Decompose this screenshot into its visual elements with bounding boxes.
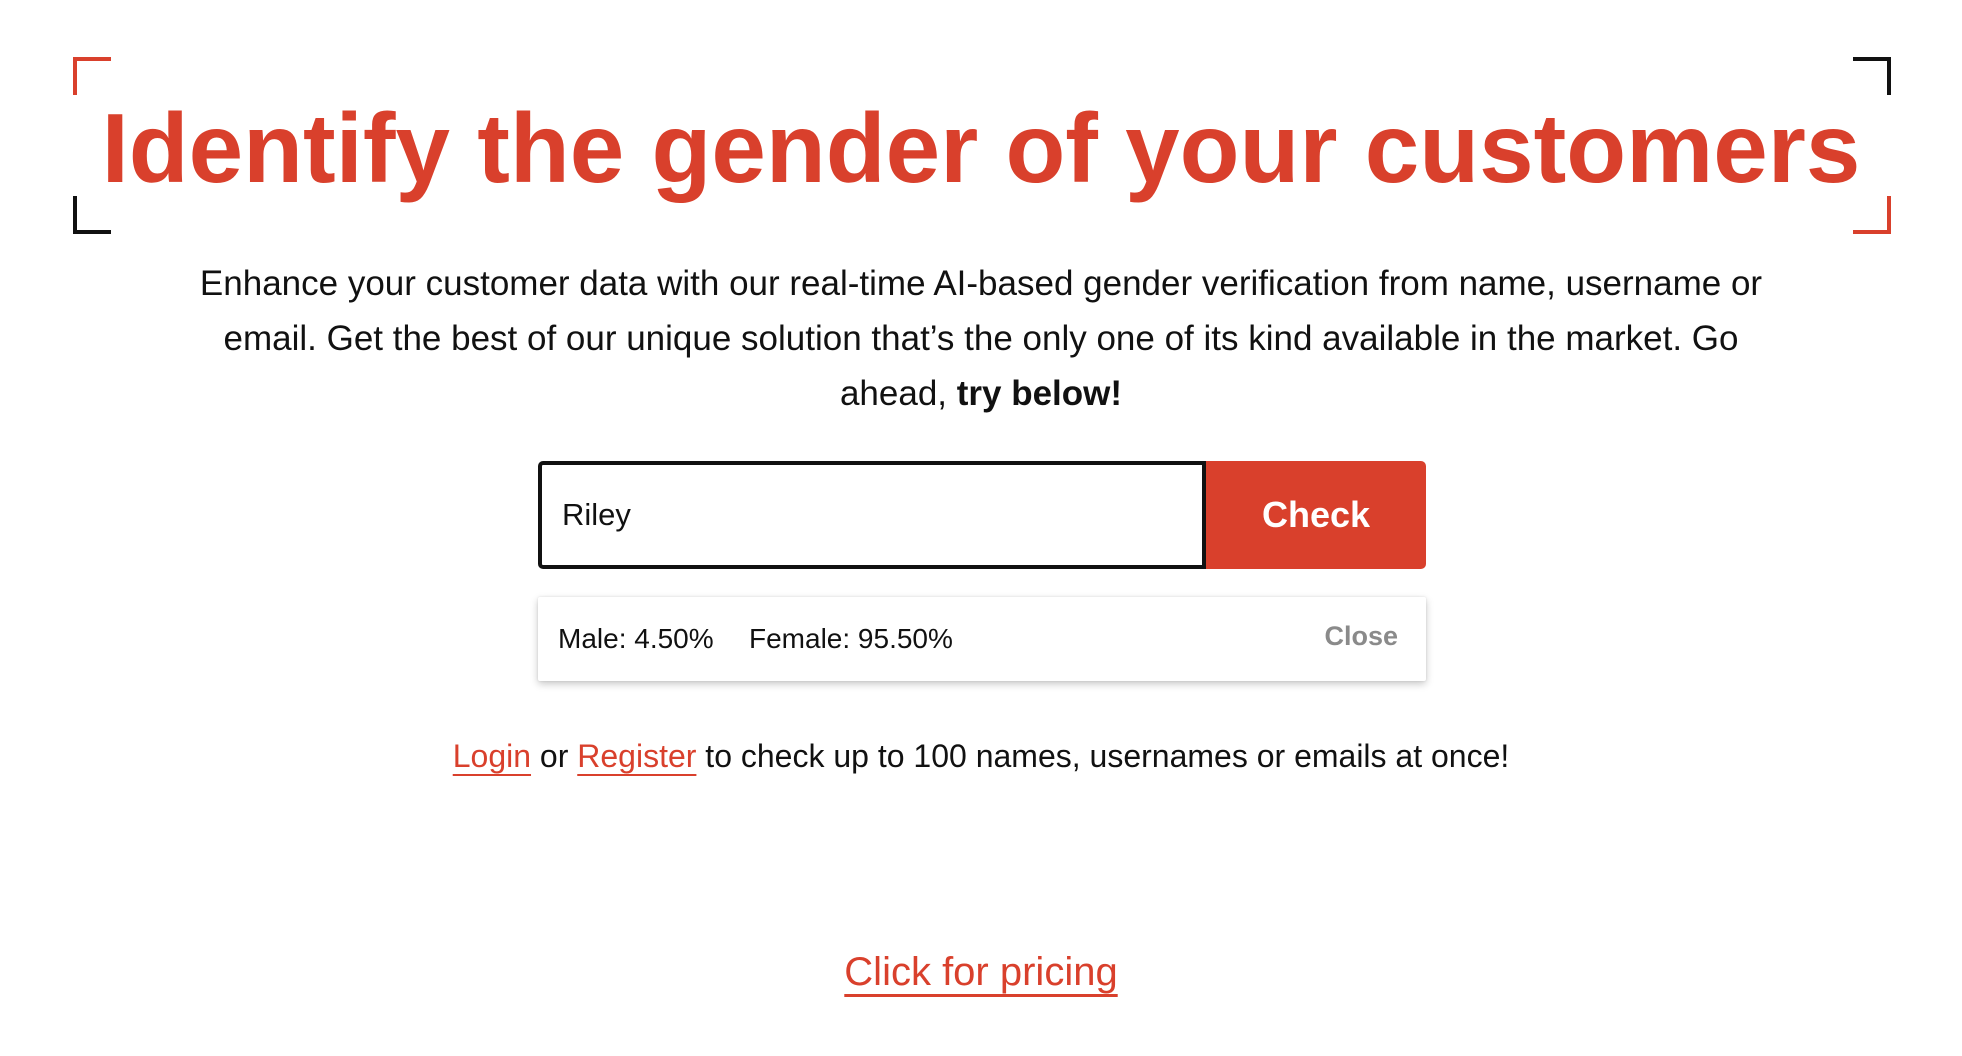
close-result-button[interactable]: Close — [1324, 597, 1398, 675]
name-input[interactable] — [538, 461, 1206, 569]
result-card: Male: 4.50% Female: 95.50% Close — [538, 597, 1426, 681]
female-percentage: Female: 95.50% — [749, 623, 953, 654]
or-text: or — [531, 738, 578, 774]
male-percentage: Male: 4.50% — [558, 623, 714, 654]
intro-emphasis: try below! — [956, 374, 1123, 413]
name-check-form: Check — [538, 461, 1426, 569]
bulk-check-text: to check up to 100 names, usernames or e… — [696, 738, 1510, 774]
pricing-section: Click for pricing — [0, 944, 1962, 1000]
pricing-link[interactable]: Click for pricing — [844, 950, 1117, 994]
bulk-check-notice: Login or Register to check up to 100 nam… — [0, 734, 1962, 778]
check-button[interactable]: Check — [1206, 461, 1426, 569]
intro-paragraph: Enhance your customer data with our real… — [180, 256, 1782, 421]
page-title: Identify the gender of your customers — [101, 93, 1861, 203]
register-link[interactable]: Register — [577, 738, 696, 774]
login-link[interactable]: Login — [453, 738, 531, 774]
